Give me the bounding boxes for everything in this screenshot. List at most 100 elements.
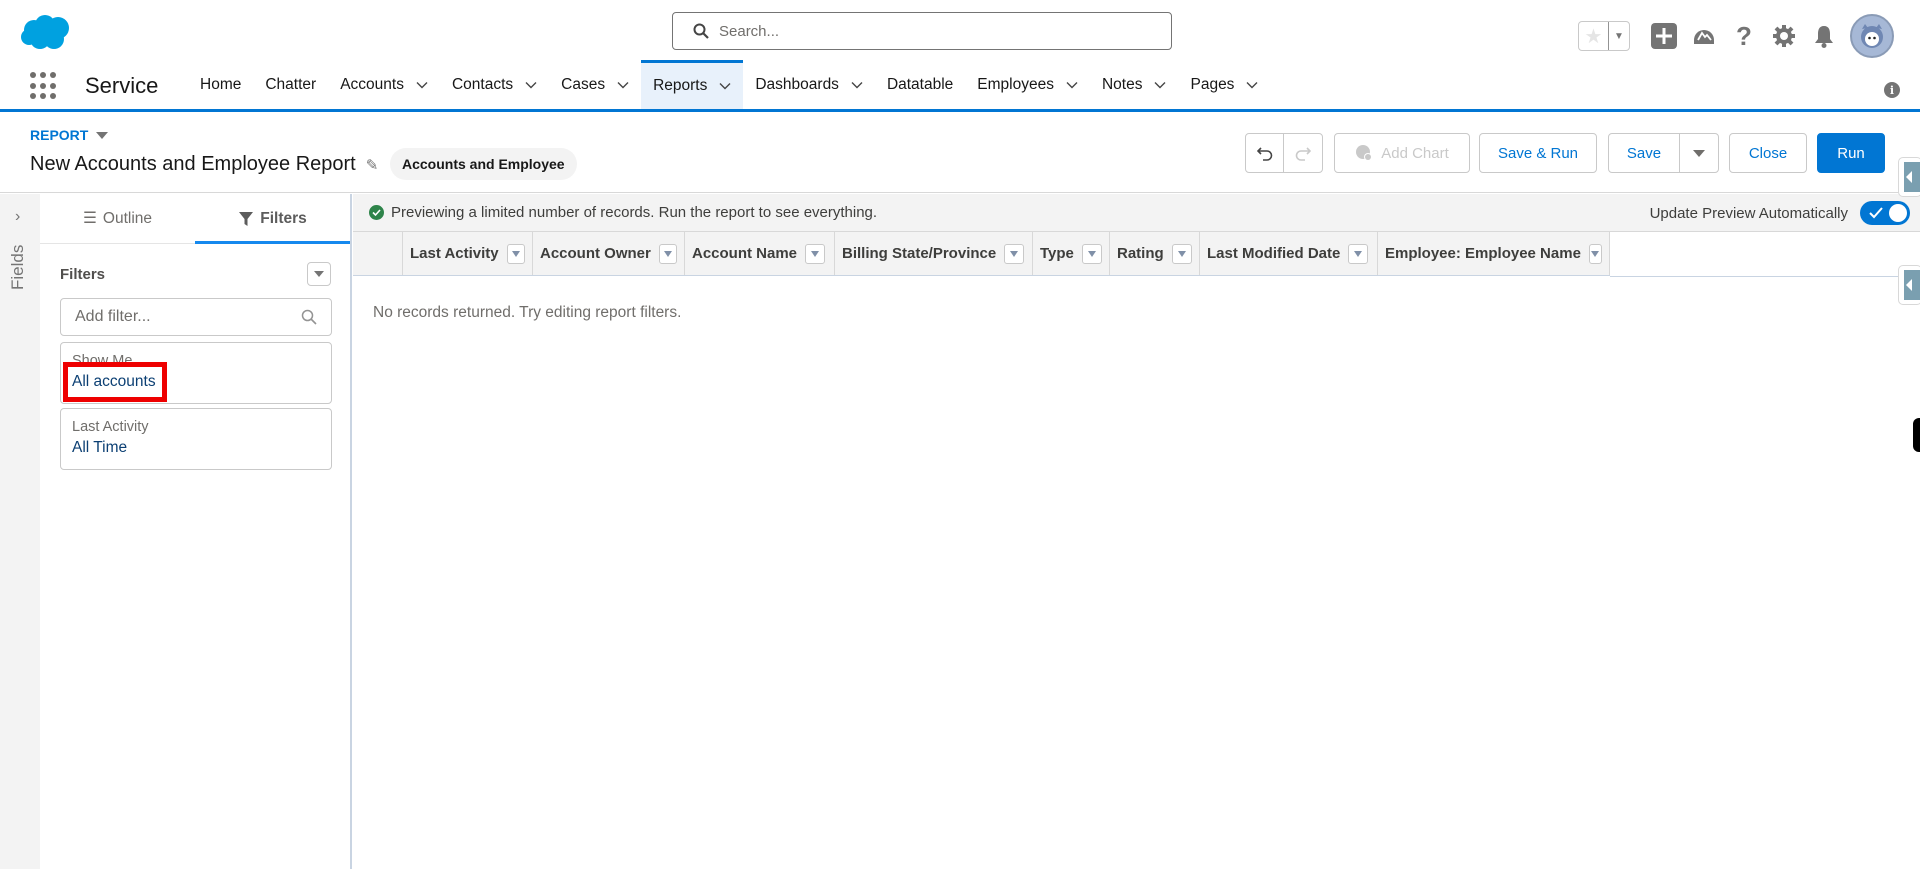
panel-tabs: ☰ Outline Filters	[40, 194, 350, 244]
search-input[interactable]	[719, 22, 1159, 40]
nav-item-contacts[interactable]: Contacts	[440, 60, 549, 109]
edit-pencil-icon[interactable]: ✎	[366, 156, 379, 174]
undo-redo-group	[1245, 133, 1323, 173]
chevron-down-icon[interactable]	[416, 79, 428, 91]
nav-item-label: Reports	[653, 77, 708, 94]
chevron-down-icon[interactable]	[719, 80, 731, 92]
nav-item-notes[interactable]: Notes	[1090, 60, 1179, 109]
app-navigation-bar: Service Home Chatter Accounts Contacts Cases…	[0, 60, 1920, 112]
caret-down-icon	[96, 131, 109, 139]
nav-item-cases[interactable]: Cases	[549, 60, 641, 109]
filter-funnel-icon	[239, 211, 254, 226]
empty-state-message: No records returned. Try editing report …	[373, 304, 682, 321]
tab-filters[interactable]: Filters	[195, 194, 350, 244]
global-search[interactable]	[672, 12, 1172, 50]
auto-update-toggle[interactable]	[1860, 201, 1910, 225]
column-menu-dropdown[interactable]	[1171, 243, 1192, 264]
filters-heading: Filters	[60, 266, 106, 283]
nav-item-label: Dashboards	[755, 75, 839, 93]
highlight-box	[63, 362, 167, 402]
global-actions-plus-icon[interactable]	[1644, 21, 1684, 51]
chevron-down-icon[interactable]	[1066, 79, 1078, 91]
notifications-bell-icon[interactable]	[1804, 21, 1844, 51]
chevron-down-icon[interactable]	[851, 79, 863, 91]
report-title: New Accounts and Employee Report ✎	[30, 153, 378, 176]
favorites-control[interactable]: ★ ▼	[1578, 21, 1630, 51]
salesforce-logo[interactable]	[20, 14, 72, 50]
nav-item-label: Datatable	[886, 75, 954, 93]
report-header: REPORT New Accounts and Employee Report …	[0, 115, 1920, 193]
filters-menu-button[interactable]	[307, 262, 331, 286]
column-header[interactable]: Last Activity	[403, 232, 533, 275]
nav-item-employees[interactable]: Employees	[965, 60, 1090, 109]
column-menu-dropdown[interactable]	[805, 243, 826, 264]
report-type-badge: Accounts and Employee	[390, 148, 577, 180]
column-menu-dropdown[interactable]	[658, 243, 677, 264]
nav-item-pages[interactable]: Pages	[1178, 60, 1270, 109]
column-header[interactable]: Last Modified Date	[1200, 232, 1378, 275]
tab-outline[interactable]: ☰ Outline	[40, 194, 195, 243]
column-header[interactable]: Employee: Employee Name	[1378, 232, 1610, 275]
app-launcher-icon[interactable]	[30, 72, 58, 100]
save-and-run-button[interactable]: Save & Run	[1479, 133, 1597, 173]
user-avatar[interactable]	[1850, 14, 1894, 58]
preview-banner: Previewing a limited number of records. …	[353, 194, 1920, 232]
report-type-menu[interactable]: REPORT	[30, 127, 109, 143]
nav-item-reports[interactable]: Reports	[641, 60, 744, 109]
caret-down-icon	[1693, 149, 1705, 157]
nav-item-datatable[interactable]: Datatable	[875, 60, 965, 109]
add-filter-input[interactable]	[75, 308, 295, 326]
column-menu-dropdown[interactable]	[1004, 243, 1025, 264]
outline-filters-panel: ☰ Outline Filters Filters Show Me All ac…	[40, 194, 352, 869]
side-handle[interactable]	[1913, 418, 1920, 452]
chevron-down-icon[interactable]	[1246, 79, 1258, 91]
favorites-dropdown-icon[interactable]: ▼	[1607, 22, 1629, 50]
column-header[interactable]: Account Owner	[533, 232, 685, 275]
right-panel-toggle-secondary[interactable]	[1898, 265, 1920, 305]
chevron-left-icon	[1904, 162, 1920, 192]
report-title-text: New Accounts and Employee Report	[30, 153, 356, 175]
chevron-down-icon[interactable]	[525, 79, 537, 91]
filter-last-activity[interactable]: Last Activity All Time	[60, 408, 332, 470]
close-button[interactable]: Close	[1729, 133, 1807, 173]
auto-update-label: Update Preview Automatically	[1649, 204, 1848, 222]
favorites-star-icon[interactable]: ★	[1579, 22, 1608, 50]
chart-icon	[1356, 145, 1373, 161]
column-header[interactable]: Account Name	[685, 232, 835, 275]
column-menu-dropdown[interactable]	[1081, 243, 1102, 264]
column-menu-dropdown[interactable]	[1348, 243, 1369, 264]
save-button-group: Save	[1608, 133, 1719, 173]
column-menu-dropdown[interactable]	[506, 243, 525, 264]
check-icon	[1869, 207, 1883, 219]
report-preview-area: Previewing a limited number of records. …	[353, 194, 1920, 869]
trailhead-icon[interactable]	[1684, 21, 1724, 51]
column-menu-dropdown[interactable]	[1588, 243, 1602, 264]
setup-gear-icon[interactable]	[1764, 21, 1804, 51]
add-chart-button[interactable]: Add Chart	[1334, 133, 1470, 173]
column-header[interactable]: Billing State/Province	[835, 232, 1033, 275]
redo-icon	[1295, 147, 1311, 161]
redo-button[interactable]	[1284, 134, 1322, 172]
fields-panel-toggle[interactable]: › Fields	[0, 194, 40, 869]
nav-item-dashboards[interactable]: Dashboards	[743, 60, 875, 109]
fields-label: Fields	[8, 244, 27, 290]
add-filter-field[interactable]	[60, 298, 332, 336]
app-name: Service	[85, 73, 159, 98]
nav-item-chatter[interactable]: Chatter	[253, 60, 328, 109]
chevron-left-icon	[1904, 270, 1920, 300]
column-header[interactable]: Rating	[1110, 232, 1200, 275]
run-button[interactable]: Run	[1817, 133, 1885, 173]
save-options-dropdown[interactable]	[1680, 134, 1718, 172]
info-icon[interactable]: i	[1884, 82, 1900, 98]
nav-item-home[interactable]: Home	[188, 60, 253, 109]
right-panel-toggle[interactable]	[1898, 157, 1920, 197]
nav-item-accounts[interactable]: Accounts	[328, 60, 440, 109]
nav-item-label: Employees	[977, 75, 1054, 93]
undo-button[interactable]	[1246, 134, 1284, 172]
save-button[interactable]: Save	[1609, 134, 1680, 172]
help-icon[interactable]: ?	[1724, 21, 1764, 51]
chevron-down-icon[interactable]	[1154, 79, 1166, 91]
chevron-down-icon[interactable]	[617, 79, 629, 91]
header-utility-icons: ★ ▼ ?	[1578, 14, 1894, 58]
column-header[interactable]: Type	[1033, 232, 1110, 275]
